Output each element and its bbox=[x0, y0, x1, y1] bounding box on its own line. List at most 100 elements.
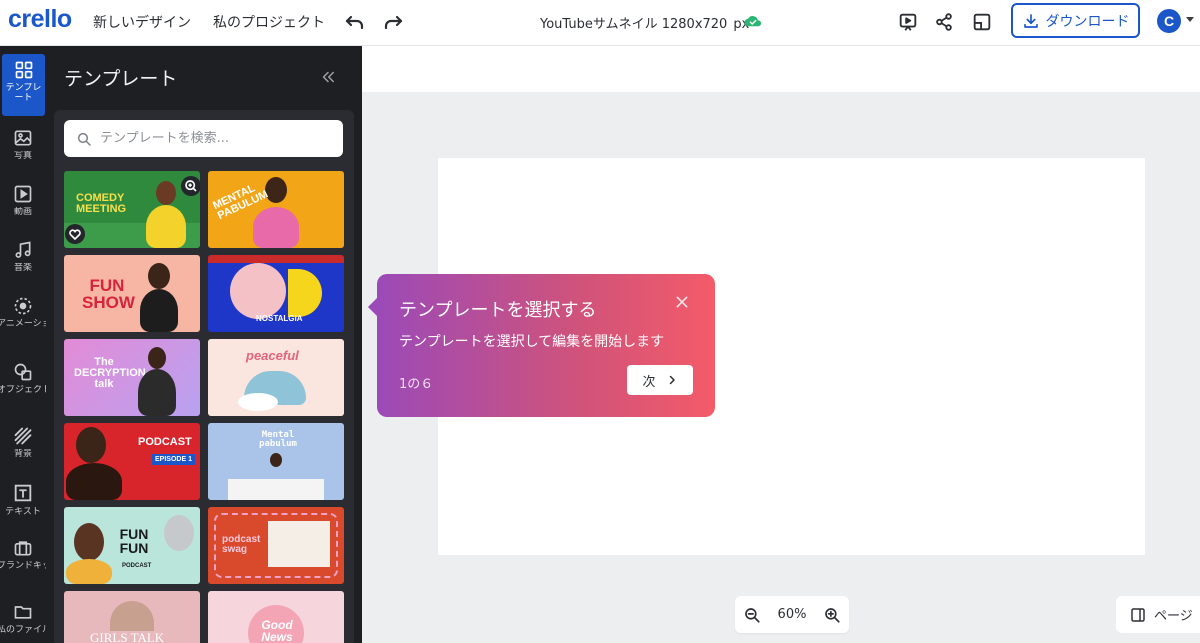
template-search[interactable] bbox=[64, 120, 343, 157]
thumb-person bbox=[270, 453, 282, 467]
template-thumbnail-mental-pabulum-2[interactable]: Mental pabulum bbox=[208, 423, 344, 500]
template-list[interactable]: COMEDY MEETING MENTAL PABULUM FUN SHOW bbox=[54, 110, 354, 643]
thumb-title: NOSTALGIA bbox=[256, 314, 303, 323]
chevron-right-icon bbox=[669, 375, 675, 385]
template-thumbnail-fun-fun-podcast[interactable]: FUN FUN PODCAST bbox=[64, 507, 200, 584]
rail-item-music[interactable]: 音楽 bbox=[0, 234, 46, 292]
rail-item-label: 音楽 bbox=[13, 263, 32, 273]
rail-item-backgrounds[interactable]: 背景 bbox=[0, 420, 46, 478]
document-name: YouTubeサムネイル 1280x720 bbox=[540, 17, 728, 32]
canvas-toolbar-strip bbox=[362, 46, 1200, 92]
rail-item-videos[interactable]: 動画 bbox=[0, 178, 46, 236]
animation-icon bbox=[14, 297, 32, 315]
search-input[interactable] bbox=[100, 131, 330, 146]
resize-icon[interactable] bbox=[971, 11, 993, 33]
thumb-person bbox=[253, 207, 299, 248]
share-icon[interactable] bbox=[933, 11, 955, 33]
rail-item-label: テキスト bbox=[5, 507, 41, 517]
template-thumbnail-podcast-episode[interactable]: PODCAST EPISODE 1 bbox=[64, 423, 200, 500]
thumb-person bbox=[148, 347, 166, 369]
rail-item-photos[interactable]: 写真 bbox=[0, 122, 46, 180]
thumb-person bbox=[76, 427, 106, 463]
zoom-in-icon[interactable] bbox=[823, 606, 841, 624]
tooltip-arrow bbox=[368, 298, 377, 316]
rail-item-label: 動画 bbox=[13, 207, 32, 217]
thumb-title: Good News bbox=[261, 618, 293, 643]
text-icon bbox=[14, 484, 32, 502]
onboarding-tooltip: テンプレートを選択する テンプレートを選択して編集を開始します 1の６ 次 bbox=[368, 274, 715, 417]
photo-icon bbox=[14, 130, 32, 146]
zoom-in-icon bbox=[185, 180, 197, 192]
download-button[interactable]: ダウンロード bbox=[1011, 3, 1140, 38]
thumb-title: peaceful bbox=[246, 348, 299, 363]
background-icon bbox=[14, 427, 32, 445]
pages-button[interactable]: ページ bbox=[1116, 596, 1200, 633]
template-thumbnail-decryption[interactable]: The DECRYPTION talk bbox=[64, 339, 200, 416]
cloud-saved-icon bbox=[744, 16, 762, 27]
top-bar: crello 新しいデザイン 私のプロジェクト YouTubeサムネイル 128… bbox=[0, 0, 1200, 46]
grid-icon bbox=[15, 61, 32, 79]
download-icon bbox=[1023, 13, 1038, 28]
thumb-title: The DECRYPTION talk bbox=[74, 356, 146, 390]
thumb-title: PODCAST bbox=[138, 436, 192, 448]
rail-item-brand-kit[interactable]: ブランドキット bbox=[0, 532, 49, 590]
template-panel: テンプレート COMEDY MEETING MENTAL PA bbox=[46, 46, 362, 643]
download-label: ダウンロード bbox=[1045, 13, 1130, 30]
thumb-person bbox=[66, 559, 112, 584]
thumb-person bbox=[138, 369, 176, 416]
zoom-level[interactable]: 60% bbox=[778, 607, 807, 622]
template-thumbnail-podcast-swag[interactable]: podcast swag bbox=[208, 507, 344, 584]
thumb-person bbox=[110, 601, 154, 631]
thumb-person bbox=[146, 205, 186, 248]
template-thumbnail-comedy-meeting[interactable]: COMEDY MEETING bbox=[64, 171, 200, 248]
thumb-decor bbox=[238, 393, 278, 411]
video-icon bbox=[14, 185, 32, 203]
folder-icon bbox=[14, 606, 32, 619]
thumb-title: Mental pabulum bbox=[259, 430, 297, 449]
tooltip-next-button[interactable]: 次 bbox=[627, 365, 693, 395]
preview-button[interactable] bbox=[181, 176, 200, 196]
template-thumbnail-peaceful[interactable]: peaceful bbox=[208, 339, 344, 416]
present-icon[interactable] bbox=[897, 11, 919, 33]
rail-item-label: ブランドキット bbox=[0, 561, 49, 571]
panel-title: テンプレート bbox=[64, 68, 178, 90]
collapse-panel-icon[interactable] bbox=[319, 68, 337, 86]
thumb-decor bbox=[288, 269, 322, 317]
redo-icon[interactable] bbox=[381, 10, 405, 34]
tooltip-title: テンプレートを選択する bbox=[399, 300, 597, 321]
thumb-subtitle: EPISODE 1 bbox=[152, 454, 195, 465]
briefcase-icon bbox=[14, 541, 32, 556]
rail-item-label: オブジェクト bbox=[0, 385, 49, 395]
chevron-down-icon[interactable] bbox=[1186, 17, 1194, 22]
close-icon[interactable] bbox=[674, 294, 690, 310]
template-thumbnail-good-news[interactable]: Good News bbox=[208, 591, 344, 643]
rail-item-animation[interactable]: アニメーション bbox=[0, 290, 49, 348]
rail-item-objects[interactable]: オブジェクト bbox=[0, 356, 49, 414]
user-avatar[interactable]: C bbox=[1157, 9, 1181, 33]
tooltip-step-counter: 1の６ bbox=[399, 377, 434, 392]
zoom-out-icon[interactable] bbox=[743, 606, 761, 624]
rail-item-label: アニメーション bbox=[0, 319, 49, 329]
template-thumbnail-girls-talk[interactable]: GIRLS TALK bbox=[64, 591, 200, 643]
rail-item-my-files[interactable]: 私のファイル bbox=[0, 596, 49, 643]
template-thumbnail-nostalgia[interactable]: NOSTALGIA bbox=[208, 255, 344, 332]
undo-icon[interactable] bbox=[343, 10, 367, 34]
rail-item-label: 写真 bbox=[13, 151, 32, 161]
document-title[interactable]: YouTubeサムネイル 1280x720 px bbox=[540, 13, 749, 32]
template-thumbnail-fun-show[interactable]: FUN SHOW bbox=[64, 255, 200, 332]
heart-icon bbox=[69, 229, 81, 241]
thumb-decor bbox=[208, 255, 344, 263]
next-label: 次 bbox=[642, 374, 656, 390]
new-design-link[interactable]: 新しいデザイン bbox=[93, 12, 191, 32]
template-thumbnail-mental-pabulum[interactable]: MENTAL PABULUM bbox=[208, 171, 344, 248]
rail-item-text[interactable]: テキスト bbox=[0, 476, 46, 534]
thumb-decor bbox=[228, 479, 324, 500]
thumb-title: COMEDY MEETING bbox=[76, 192, 127, 215]
crello-logo[interactable]: crello bbox=[8, 5, 72, 34]
thumb-person bbox=[268, 521, 330, 567]
thumb-person bbox=[148, 263, 170, 289]
favorite-button[interactable] bbox=[65, 224, 85, 244]
thumb-title: podcast swag bbox=[222, 534, 261, 555]
my-projects-link[interactable]: 私のプロジェクト bbox=[213, 12, 325, 32]
rail-item-templates[interactable]: テンプレート bbox=[2, 54, 45, 116]
